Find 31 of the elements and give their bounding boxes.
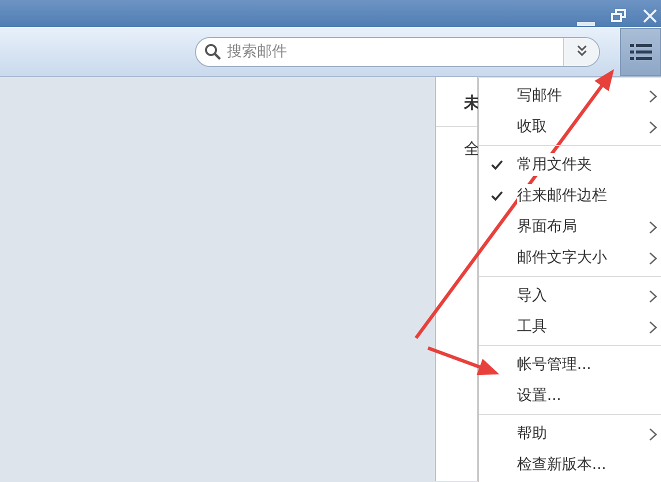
menu-item[interactable]: 检查新版本... <box>479 449 661 480</box>
menu-item[interactable]: 帮助 <box>479 418 661 449</box>
chevron-right-icon <box>649 121 657 134</box>
chevron-right-icon <box>649 90 657 103</box>
menu-item[interactable]: 帐号管理... <box>479 349 661 380</box>
double-chevron-icon <box>576 45 588 58</box>
menu-item[interactable]: 常用文件夹 <box>479 149 661 180</box>
menu-item[interactable]: 工具 <box>479 311 661 342</box>
close-icon[interactable] <box>643 9 657 23</box>
menu-item[interactable]: 收取 <box>479 111 661 142</box>
chevron-right-icon <box>649 252 657 265</box>
menu-item[interactable]: 邮件文字大小 <box>479 242 661 273</box>
search-icon <box>204 43 221 60</box>
minimize-icon[interactable] <box>577 21 595 27</box>
menu-item[interactable]: 导入 <box>479 280 661 311</box>
chevron-right-icon <box>649 221 657 234</box>
list-item[interactable]: 全 <box>464 139 480 158</box>
search-options-button[interactable] <box>563 38 599 66</box>
menu-item[interactable]: 设置... <box>479 380 661 411</box>
menu-icon <box>630 42 652 60</box>
chevron-right-icon <box>649 321 657 334</box>
menu-item[interactable]: 写邮件 <box>479 80 661 111</box>
chevron-right-icon <box>649 428 657 441</box>
menu-button[interactable] <box>620 28 661 76</box>
checkmark-icon <box>491 160 503 170</box>
chevron-right-icon <box>649 290 657 303</box>
restore-icon[interactable] <box>611 9 627 23</box>
checkmark-icon <box>491 191 503 201</box>
menu-item[interactable]: 往来邮件边栏 <box>479 180 661 211</box>
search-field[interactable]: 搜索邮件 <box>195 36 600 66</box>
menu-item[interactable]: 界面布局 <box>479 211 661 242</box>
